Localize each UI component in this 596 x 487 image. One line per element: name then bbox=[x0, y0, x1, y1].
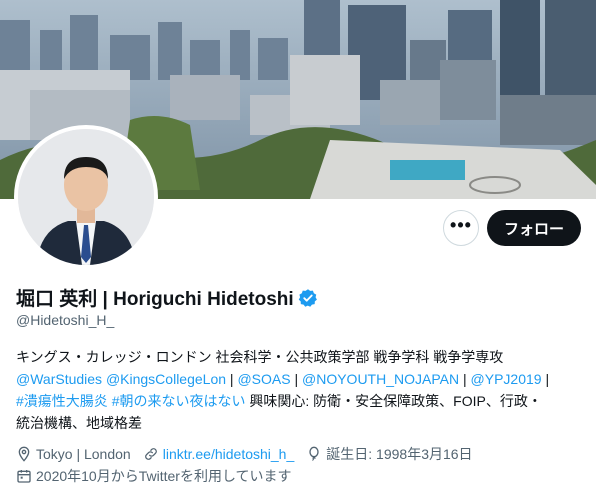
follow-button[interactable]: フォロー bbox=[487, 210, 581, 246]
bio-line-1: キングス・カレッジ・ロンドン 社会科学・公共政策学部 戦争学科 戦争学専攻 bbox=[16, 349, 504, 365]
more-options-button[interactable]: ••• bbox=[443, 210, 479, 246]
mention-kingscollegelon[interactable]: @KingsCollegeLon bbox=[106, 371, 226, 387]
separator: | bbox=[290, 371, 302, 387]
balloon-icon bbox=[306, 446, 322, 462]
location-pin-icon bbox=[16, 446, 32, 462]
hashtag-no-night-without-morning[interactable]: #朝の来ない夜はない bbox=[112, 393, 246, 409]
mention-soas[interactable]: @SOAS bbox=[237, 371, 290, 387]
more-dots-icon: ••• bbox=[450, 215, 472, 235]
avatar-photo[interactable] bbox=[18, 129, 154, 265]
calendar-icon bbox=[16, 468, 32, 484]
bio-line-2: @WarStudies @KingsCollegeLon | @SOAS | @… bbox=[16, 368, 584, 390]
birthday-text: 誕生日: 1998年3月16日 bbox=[326, 446, 473, 462]
meta-row-1: Tokyo | London linktr.ee/hidetoshi_h_ 誕生… bbox=[16, 443, 584, 465]
location-item: Tokyo | London bbox=[16, 446, 131, 462]
bio-line-4: 統治機構、地域格差 bbox=[16, 415, 142, 431]
mention-warstudies[interactable]: @WarStudies bbox=[16, 371, 102, 387]
separator: | bbox=[541, 371, 550, 387]
website-item: linktr.ee/hidetoshi_h_ bbox=[143, 446, 295, 462]
verified-badge-icon[interactable] bbox=[298, 288, 318, 308]
link-icon bbox=[143, 446, 159, 462]
location-text: Tokyo | London bbox=[36, 446, 131, 462]
birthday-item: 誕生日: 1998年3月16日 bbox=[306, 444, 473, 464]
hashtag-ulcerative-colitis[interactable]: #潰瘍性大腸炎 bbox=[16, 393, 108, 409]
joined-item: 2020年10月からTwitterを利用しています bbox=[16, 466, 292, 486]
separator: | bbox=[459, 371, 471, 387]
website-link[interactable]: linktr.ee/hidetoshi_h_ bbox=[163, 446, 295, 462]
bio-interests-text: 興味関心: 防衛・安全保障政策、FOIP、行政・ bbox=[245, 393, 542, 409]
profile-name-row: 堀口 英利 | Horiguchi Hidetoshi bbox=[16, 284, 318, 311]
bio-line-3: #潰瘍性大腸炎 #朝の来ない夜はない 興味関心: 防衛・安全保障政策、FOIP、… bbox=[16, 390, 584, 412]
avatar[interactable] bbox=[14, 125, 158, 269]
joined-text: 2020年10月からTwitterを利用しています bbox=[36, 468, 292, 484]
profile-bio: キングス・カレッジ・ロンドン 社会科学・公共政策学部 戦争学科 戦争学専攻 @W… bbox=[16, 346, 584, 434]
mention-noyouth-nojapan[interactable]: @NOYOUTH_NOJAPAN bbox=[302, 371, 459, 387]
meta-row-2: 2020年10月からTwitterを利用しています bbox=[16, 465, 584, 487]
display-name: 堀口 英利 | Horiguchi Hidetoshi bbox=[16, 289, 294, 310]
profile-handle: @Hidetoshi_H_ bbox=[16, 312, 115, 328]
mention-ypj2019[interactable]: @YPJ2019 bbox=[471, 371, 542, 387]
separator: | bbox=[226, 371, 238, 387]
profile-meta: Tokyo | London linktr.ee/hidetoshi_h_ 誕生… bbox=[16, 443, 584, 487]
